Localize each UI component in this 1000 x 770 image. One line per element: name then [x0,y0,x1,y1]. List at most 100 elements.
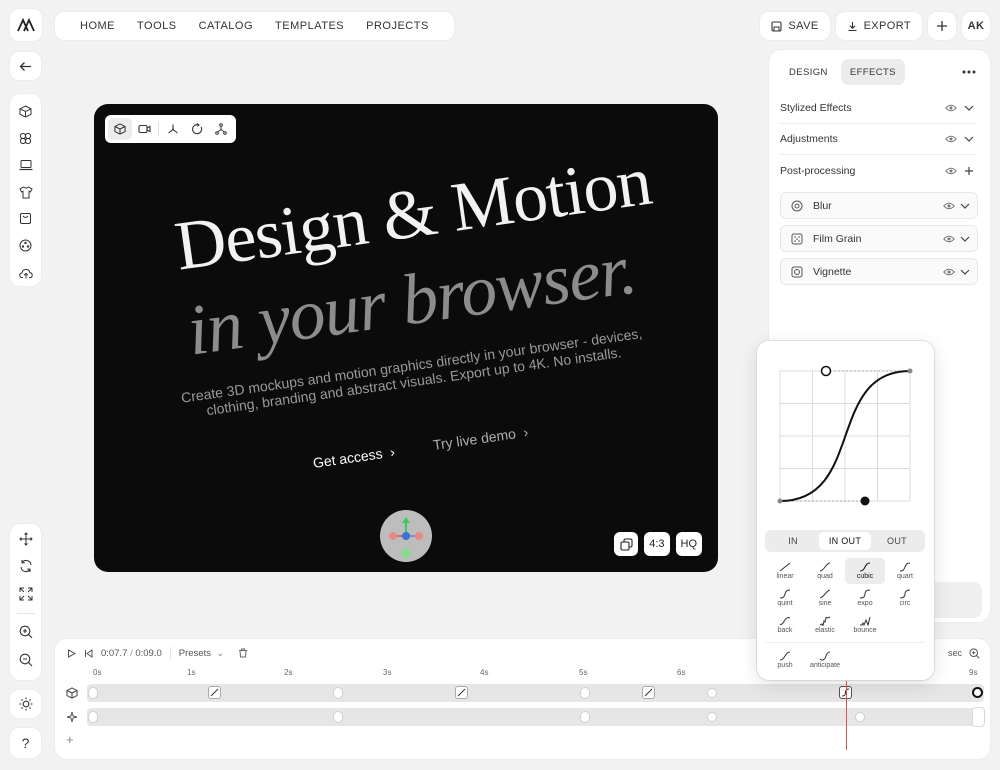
rail-devices[interactable] [10,152,41,179]
orbit-button[interactable] [185,118,209,140]
effect-blur[interactable]: Blur [780,192,978,219]
ease-anticipate[interactable]: anticipate [805,647,845,673]
scale-tool[interactable] [10,580,41,608]
quality-button[interactable]: HQ [675,532,702,556]
tab-design[interactable]: DESIGN [780,59,837,85]
keyframe-dot[interactable] [708,689,716,697]
eye-icon[interactable] [941,231,957,247]
chevron-down-icon[interactable] [957,231,973,247]
duplicate-button[interactable] [614,532,639,556]
effect-film-grain[interactable]: Film Grain [780,225,978,252]
presets-dropdown[interactable]: Presets ⌄ [179,648,224,659]
nodes-button[interactable] [209,118,233,140]
plus-icon[interactable] [961,163,977,179]
app-logo[interactable] [10,9,42,41]
rail-packaging[interactable] [10,205,41,232]
section-stylized-effects[interactable]: Stylized Effects [780,93,977,124]
ease-quad[interactable]: quad [805,558,845,584]
move-tool[interactable] [10,525,41,553]
add-button[interactable] [928,12,956,40]
ease-curve-icon [859,589,871,599]
ease-sine[interactable]: sine [805,585,845,611]
track-end-handle[interactable] [973,708,984,726]
nav-catalog[interactable]: CATALOG [188,20,264,32]
eye-icon[interactable] [941,264,957,280]
keyframe[interactable] [334,688,342,698]
timeline-zoom-button[interactable] [968,647,980,659]
preview-canvas[interactable]: Design & Motion in your browser. Create … [94,104,718,572]
export-button[interactable]: EXPORT [835,12,922,40]
more-options-button[interactable] [962,66,976,78]
rail-3d-object[interactable] [10,98,41,125]
rail-clothing[interactable] [10,179,41,206]
keyframe[interactable] [581,712,589,722]
axis-button[interactable] [161,118,185,140]
ease-cubic[interactable]: cubic [845,558,885,584]
add-track-button[interactable]: + [66,732,74,747]
chevron-down-icon[interactable] [961,100,977,116]
easing-curve-editor[interactable] [757,341,934,526]
ease-expo[interactable]: expo [845,585,885,611]
ease-quint[interactable]: quint [765,585,805,611]
chevron-down-icon[interactable] [957,198,973,214]
ease-quart[interactable]: quart [885,558,925,584]
ease-bounce[interactable]: bounce [845,612,885,638]
keyframe[interactable] [334,712,342,722]
easing-marker[interactable] [456,687,467,698]
section-adjustments[interactable]: Adjustments [780,124,977,155]
eye-icon[interactable] [943,163,959,179]
zoom-out-button[interactable] [10,646,41,674]
keyframe-dot[interactable] [856,713,864,721]
zoom-in-button[interactable] [10,619,41,647]
delete-button[interactable] [238,648,248,658]
object-mode-button[interactable] [108,118,132,140]
easing-types: linear quad cubic quart quint sine expo … [765,558,925,638]
aspect-ratio-button[interactable]: 4:3 [644,532,670,556]
rail-shapes[interactable] [10,125,41,152]
nav-templates[interactable]: TEMPLATES [264,20,355,32]
ease-linear[interactable]: linear [765,558,805,584]
rotate-tool[interactable] [10,553,41,581]
ease-push[interactable]: push [765,647,805,673]
ease-elastic[interactable]: elastic [805,612,845,638]
nav-tools[interactable]: TOOLS [126,20,188,32]
eye-icon[interactable] [943,100,959,116]
track-effects[interactable] [87,708,984,726]
ease-mode-out[interactable]: OUT [871,532,923,550]
keyframe[interactable] [89,688,97,698]
save-button[interactable]: SAVE [760,12,830,40]
eye-icon[interactable] [943,131,959,147]
end-marker[interactable] [972,687,983,698]
back-button[interactable] [10,52,41,80]
nav-home[interactable]: HOME [69,20,126,32]
easing-marker[interactable] [643,687,654,698]
chevron-down-icon[interactable] [961,131,977,147]
help-button[interactable]: ? [10,728,41,758]
eye-icon[interactable] [941,198,957,214]
chevron-down-icon[interactable] [957,264,973,280]
ease-mode-in[interactable]: IN [767,532,819,550]
user-avatar[interactable]: AK [962,12,990,40]
section-post-processing[interactable]: Post-processing [780,155,977,186]
rail-upload[interactable] [10,259,41,286]
keyframe[interactable] [581,688,589,698]
transform-gizmo[interactable] [380,510,432,562]
play-button[interactable] [67,648,76,658]
track-object[interactable] [87,684,984,702]
theme-toggle[interactable] [10,690,41,718]
ease-mode-in-out[interactable]: IN OUT [819,532,871,550]
camera-button[interactable] [132,118,156,140]
keyframe-dot[interactable] [708,713,716,721]
easing-marker[interactable] [209,687,220,698]
ease-label: anticipate [810,662,840,669]
nav-projects[interactable]: PROJECTS [355,20,440,32]
ease-back[interactable]: back [765,612,805,638]
easing-popup: IN IN OUT OUT linear quad cubic quart qu… [757,341,934,680]
time-readout: 0:07.7 / 0:09.0 [101,648,162,659]
tab-effects[interactable]: EFFECTS [840,59,905,85]
keyframe[interactable] [89,712,97,722]
rail-abstract[interactable] [10,232,41,259]
effect-vignette[interactable]: Vignette [780,258,978,285]
ease-circ[interactable]: circ [885,585,925,611]
skip-back-button[interactable] [84,648,93,658]
